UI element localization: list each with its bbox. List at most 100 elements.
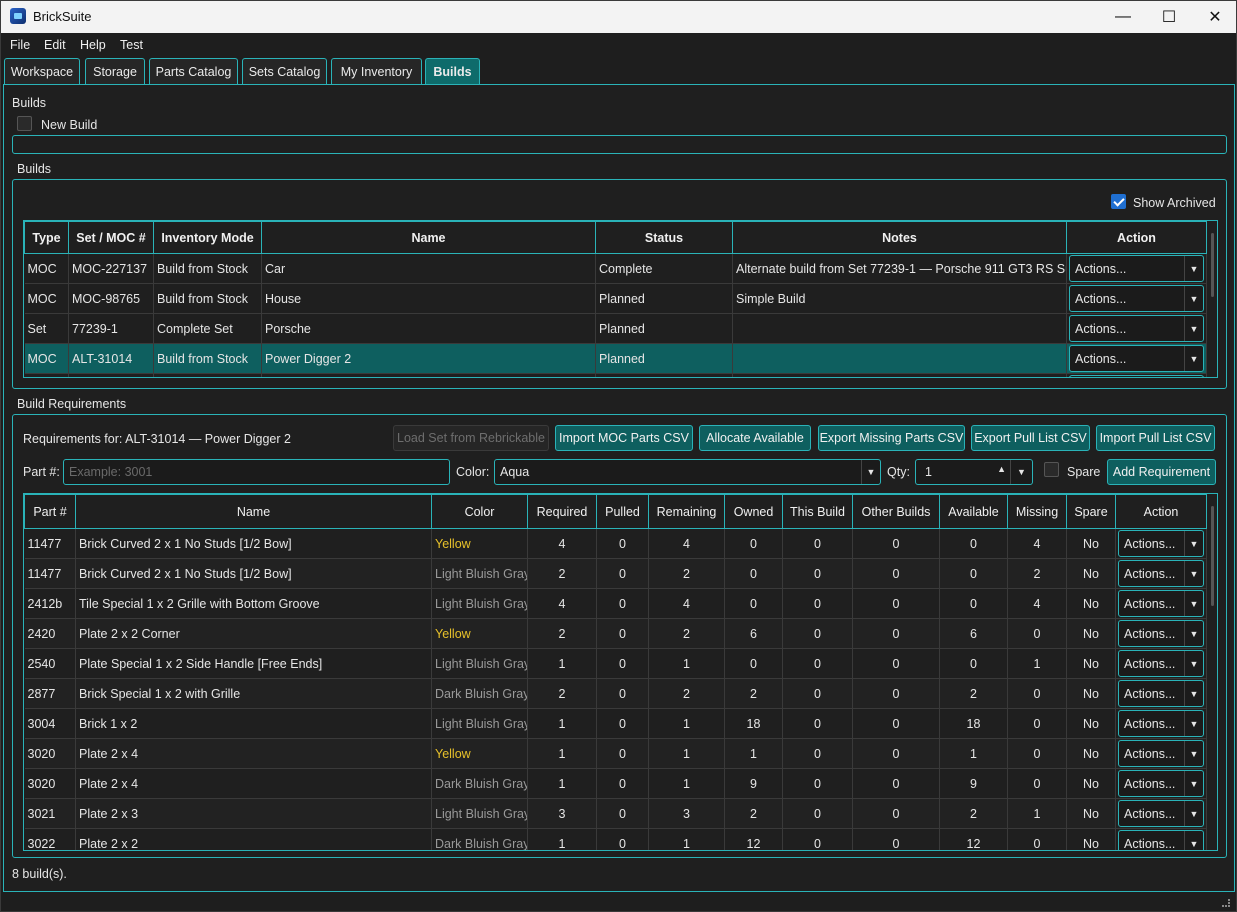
cell-pulled: 0: [596, 558, 649, 589]
tab-sets-catalog[interactable]: Sets Catalog: [242, 58, 327, 85]
col-header-part[interactable]: Part #: [24, 494, 76, 529]
menu-file[interactable]: File: [10, 38, 30, 52]
col-header-inventory-mode[interactable]: Inventory Mode: [153, 221, 262, 254]
color-value: Aqua: [500, 465, 530, 479]
actions-dropdown[interactable]: Actions... ▼: [1118, 590, 1204, 617]
export-missing-parts-button[interactable]: Export Missing Parts CSV: [818, 425, 965, 451]
new-build-panel[interactable]: [12, 135, 1227, 154]
color-select[interactable]: Aqua ▼: [494, 459, 881, 485]
table-row[interactable]: [24, 373, 1207, 377]
resize-grip-icon[interactable]: [1222, 899, 1230, 907]
col-header-action[interactable]: Action: [1115, 494, 1207, 529]
table-row[interactable]: 3020 Plate 2 x 4 Yellow 1 0 1 1 0 0 1 0 No Actions..…: [24, 738, 1207, 769]
col-header-action[interactable]: Action: [1066, 221, 1207, 254]
tab-builds[interactable]: Builds: [425, 58, 480, 85]
col-header-spare[interactable]: Spare: [1066, 494, 1116, 529]
table-row[interactable]: 2877 Brick Special 1 x 2 with Grille Dark …: [24, 678, 1207, 709]
col-header-name[interactable]: Name: [261, 221, 596, 254]
cell-remaining: 1: [648, 828, 725, 850]
tab-my-inventory[interactable]: My Inventory: [331, 58, 422, 85]
load-set-button[interactable]: Load Set from Rebrickable: [393, 425, 549, 451]
actions-dropdown[interactable]: Actions... ▼: [1069, 255, 1204, 282]
actions-dropdown[interactable]: Actions... ▼: [1118, 800, 1204, 827]
add-requirement-button[interactable]: Add Requirement: [1107, 459, 1216, 485]
qty-spinbox[interactable]: 1 ▲ ▼: [915, 459, 1033, 485]
actions-dropdown[interactable]: Actions... ▼: [1118, 680, 1204, 707]
cell-available: 18: [939, 708, 1008, 739]
export-pull-list-button[interactable]: Export Pull List CSV: [971, 425, 1090, 451]
actions-dropdown[interactable]: Actions... ▼: [1118, 620, 1204, 647]
actions-dropdown[interactable]: Actions... ▼: [1118, 560, 1204, 587]
col-header-color[interactable]: Color: [431, 494, 528, 529]
table-row[interactable]: MOC MOC-227137 Build from Stock Car Comp…: [24, 253, 1207, 284]
actions-dropdown[interactable]: Actions... ▼: [1069, 345, 1204, 372]
table-row[interactable]: 3021 Plate 2 x 3 Light Bluish Gray 3 0 3 2 0 0 2 1…: [24, 798, 1207, 829]
maximize-button[interactable]: ☐: [1146, 1, 1192, 33]
actions-dropdown[interactable]: Actions... ▼: [1069, 285, 1204, 312]
col-header-owned[interactable]: Owned: [724, 494, 783, 529]
table-row[interactable]: 3022 Plate 2 x 2 Dark Bluish Gray 1 0 1 12 0 0 12…: [24, 828, 1207, 850]
cell-other-builds: 0: [852, 588, 940, 619]
minimize-button[interactable]: —: [1100, 1, 1146, 33]
requirements-for-label: Requirements for: ALT-31014 — Power Digg…: [23, 432, 291, 446]
import-moc-parts-button[interactable]: Import MOC Parts CSV: [555, 425, 693, 451]
table-row[interactable]: Set 77239-1 Complete Set Porsche Planned…: [24, 313, 1207, 344]
tab-parts-catalog[interactable]: Parts Catalog: [149, 58, 238, 85]
cell-type: MOC: [24, 253, 69, 284]
cell-owned: 9: [724, 768, 783, 799]
actions-dropdown[interactable]: Actions... ▼: [1118, 710, 1204, 737]
qty-value: 1: [925, 465, 932, 479]
col-header-missing[interactable]: Missing: [1007, 494, 1067, 529]
part-number-input[interactable]: Example: 3001: [63, 459, 450, 485]
actions-dropdown[interactable]: Actions... ▼: [1118, 530, 1204, 557]
col-header-other-builds[interactable]: Other Builds: [852, 494, 940, 529]
actions-dropdown[interactable]: Actions... ▼: [1118, 740, 1204, 767]
requirements-scrollbar[interactable]: [1211, 506, 1214, 606]
import-pull-list-button[interactable]: Import Pull List CSV: [1096, 425, 1215, 451]
table-row[interactable]: 3004 Brick 1 x 2 Light Bluish Gray 1 0 1 18 0 0 1…: [24, 708, 1207, 739]
col-header-pulled[interactable]: Pulled: [596, 494, 649, 529]
allocate-available-button[interactable]: Allocate Available: [699, 425, 811, 451]
cell-missing: 4: [1007, 528, 1067, 559]
col-header-notes[interactable]: Notes: [732, 221, 1067, 254]
table-row[interactable]: 2540 Plate Special 1 x 2 Side Handle [Fre…: [24, 648, 1207, 679]
table-row[interactable]: 11477 Brick Curved 2 x 1 No Studs [1/2 Bo…: [24, 558, 1207, 589]
actions-dropdown[interactable]: Actions... ▼: [1118, 830, 1204, 850]
table-row[interactable]: 2420 Plate 2 x 2 Corner Yellow 2 0 2 6 0 0 6 0 No Ac…: [24, 618, 1207, 649]
col-header-this-build[interactable]: This Build: [782, 494, 853, 529]
builds-scrollbar[interactable]: [1211, 233, 1214, 297]
col-header-name[interactable]: Name: [75, 494, 432, 529]
actions-dropdown[interactable]: Actions... ▼: [1118, 650, 1204, 677]
tab-workspace[interactable]: Workspace: [4, 58, 80, 85]
menu-test[interactable]: Test: [120, 38, 143, 52]
spin-down-icon[interactable]: ▼: [1010, 460, 1032, 484]
col-header-set[interactable]: Set / MOC #: [68, 221, 154, 254]
chevron-down-icon: ▼: [1184, 681, 1203, 706]
table-row[interactable]: MOC MOC-98765 Build from Stock House Pla…: [24, 283, 1207, 314]
table-row[interactable]: 11477 Brick Curved 2 x 1 No Studs [1/2 Bo…: [24, 528, 1207, 559]
menu-edit[interactable]: Edit: [44, 38, 66, 52]
cell-color: Light Bluish Gray: [431, 648, 528, 679]
table-row-selected[interactable]: MOC ALT-31014 Build from Stock Power Dig…: [24, 343, 1207, 374]
new-build-checkbox[interactable]: [17, 116, 32, 131]
col-header-remaining[interactable]: Remaining: [648, 494, 725, 529]
menu-help[interactable]: Help: [80, 38, 106, 52]
cell-required: 4: [527, 588, 597, 619]
actions-dropdown[interactable]: Actions... ▼: [1118, 770, 1204, 797]
close-button[interactable]: ✕: [1192, 1, 1237, 33]
actions-dropdown[interactable]: Actions... ▼: [1069, 315, 1204, 342]
col-header-available[interactable]: Available: [939, 494, 1008, 529]
table-row[interactable]: 2412b Tile Special 1 x 2 Grille with Bott…: [24, 588, 1207, 619]
spin-up-icon[interactable]: ▲: [997, 464, 1006, 474]
col-header-required[interactable]: Required: [527, 494, 597, 529]
spare-checkbox[interactable]: [1044, 462, 1059, 477]
cell-part: 2412b: [24, 588, 76, 619]
col-header-status[interactable]: Status: [595, 221, 733, 254]
col-header-type[interactable]: Type: [24, 221, 69, 254]
tab-storage[interactable]: Storage: [85, 58, 145, 85]
cell-action: Actions... ▼: [1115, 798, 1207, 829]
table-row[interactable]: 3020 Plate 2 x 4 Dark Bluish Gray 1 0 1 9 0 0 9 0 N…: [24, 768, 1207, 799]
actions-dropdown[interactable]: [1069, 375, 1204, 377]
show-archived-checkbox[interactable]: [1111, 194, 1126, 209]
qty-label: Qty:: [887, 465, 910, 479]
